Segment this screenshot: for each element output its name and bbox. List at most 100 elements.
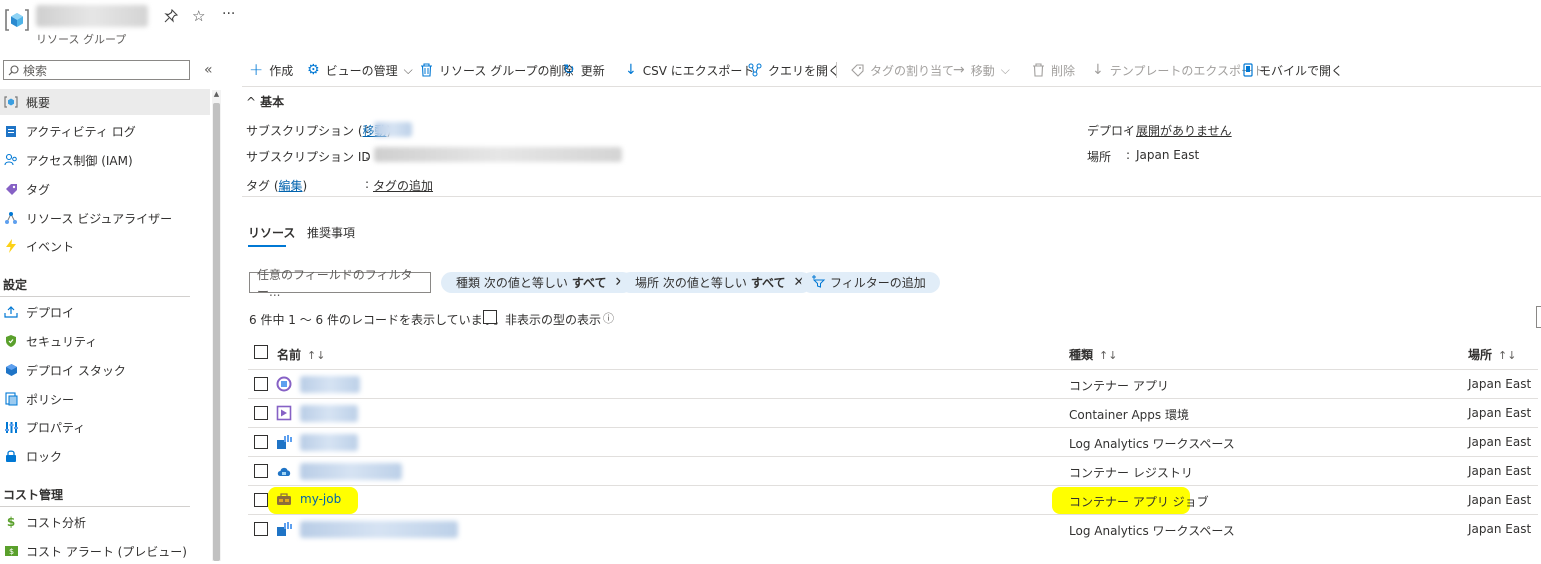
sidebar-item-policy[interactable]: ポリシー bbox=[0, 386, 210, 412]
resource-location: Japan East bbox=[1468, 377, 1532, 391]
sidebar-item-deploy[interactable]: デプロイ bbox=[0, 299, 210, 325]
row-checkbox[interactable] bbox=[254, 522, 268, 536]
open-mobile-button[interactable]: モバイルで開く bbox=[1243, 61, 1343, 79]
deployments-link[interactable]: 展開がありません bbox=[1136, 122, 1232, 139]
tags-label: タグ (編集) bbox=[246, 179, 308, 193]
sidebar-item-lock[interactable]: ロック bbox=[0, 443, 210, 469]
tags-edit-link[interactable]: 編集 bbox=[279, 179, 303, 193]
select-all-checkbox[interactable] bbox=[254, 345, 268, 359]
delete-resource-group-button[interactable]: リソース グループの削除 bbox=[420, 61, 574, 79]
column-header-type[interactable]: 種類 ↑↓ bbox=[1069, 346, 1117, 363]
tab-recommendations[interactable]: 推奨事項 bbox=[307, 224, 355, 241]
download-icon: ↓ bbox=[625, 62, 637, 78]
row-checkbox[interactable] bbox=[254, 493, 268, 507]
resource-type-label: リソース グループ bbox=[36, 33, 127, 46]
sidebar-divider bbox=[0, 506, 190, 507]
subscription-label: サブスクリプション (移動) bbox=[246, 122, 391, 139]
subscription-name-link[interactable] bbox=[374, 122, 412, 137]
properties-icon bbox=[4, 420, 18, 434]
sidebar-item-security[interactable]: セキュリティ bbox=[0, 328, 210, 354]
favorite-star-icon[interactable]: ☆ bbox=[192, 7, 205, 25]
location-label: 場所 bbox=[1087, 150, 1112, 164]
create-button[interactable]: + 作成 bbox=[249, 60, 293, 80]
container-registry-icon bbox=[276, 463, 292, 479]
row-checkbox[interactable] bbox=[254, 377, 268, 391]
table-row[interactable]: コンテナー レジストリ Japan East bbox=[248, 456, 1538, 486]
collapse-sidebar-icon[interactable]: « bbox=[204, 62, 213, 78]
scroll-up-arrow-icon[interactable]: ▲ bbox=[212, 90, 221, 100]
resource-name-link[interactable] bbox=[300, 521, 458, 538]
essentials-toggle[interactable]: ^ 基本 bbox=[246, 93, 284, 110]
sidebar-item-properties[interactable]: プロパティ bbox=[0, 414, 210, 440]
filter-input[interactable]: 任意のフィールドのフィルター... bbox=[249, 268, 431, 299]
add-filter-icon bbox=[811, 274, 827, 291]
events-icon bbox=[4, 239, 18, 253]
more-options-icon[interactable]: ··· bbox=[222, 6, 235, 22]
resource-type: Log Analytics ワークスペース bbox=[1069, 437, 1235, 451]
search-placeholder: 検索 bbox=[23, 63, 48, 78]
sidebar-item-activity-log[interactable]: アクティビティ ログ bbox=[0, 118, 210, 144]
sidebar-item-tags[interactable]: タグ bbox=[0, 176, 210, 202]
export-csv-button[interactable]: ↓ CSV にエクスポート bbox=[625, 61, 754, 79]
sidebar-item-events[interactable]: イベント bbox=[0, 233, 210, 259]
export-template-button[interactable]: ↓ テンプレートのエクスポート bbox=[1092, 61, 1265, 79]
view-toggle-button[interactable] bbox=[1536, 306, 1541, 328]
chevron-down-icon: ⌵ bbox=[403, 62, 413, 77]
chevron-down-icon: ⌵ bbox=[1000, 62, 1010, 77]
sidebar-section-settings: 設定 bbox=[3, 278, 28, 292]
table-row[interactable]: my-job コンテナー アプリ ジョブ Japan East bbox=[248, 485, 1538, 515]
type-filter-pill[interactable]: 種類 次の値と等しいすべて✕ bbox=[441, 272, 634, 293]
delete-button[interactable]: 削除 bbox=[1032, 61, 1075, 79]
resource-name-link[interactable] bbox=[300, 463, 402, 480]
refresh-button[interactable]: ↻ 更新 bbox=[563, 61, 605, 79]
subscription-id-label: サブスクリプション ID bbox=[246, 150, 371, 164]
location-value: Japan East bbox=[1136, 148, 1200, 162]
tab-resources[interactable]: リソース bbox=[248, 224, 295, 241]
colon: : bbox=[1126, 148, 1131, 162]
table-row[interactable]: Log Analytics ワークスペース Japan East bbox=[248, 514, 1538, 544]
location-filter-pill[interactable]: 場所 次の値と等しい すべて ✕ bbox=[620, 272, 813, 293]
iam-icon bbox=[4, 153, 18, 167]
sidebar-item-iam[interactable]: アクセス制御 (IAM) bbox=[0, 147, 210, 173]
manage-view-button[interactable]: ⚙ ビューの管理 ⌵ bbox=[307, 61, 413, 79]
container-app-icon bbox=[276, 376, 292, 392]
sidebar-item-label: セキュリティ bbox=[26, 334, 98, 349]
scrollbar-thumb[interactable] bbox=[213, 103, 220, 561]
move-button[interactable]: → 移動 ⌵ bbox=[953, 61, 1010, 79]
open-query-button[interactable]: クエリを開く bbox=[748, 61, 840, 79]
table-row[interactable]: コンテナー アプリ Japan East bbox=[248, 369, 1538, 399]
sidebar-item-cost-analysis[interactable]: $ コスト分析 bbox=[0, 509, 210, 535]
sidebar-item-deploy-stack[interactable]: デプロイ スタック bbox=[0, 357, 210, 383]
sidebar-item-label: アクティビティ ログ bbox=[26, 124, 136, 139]
sidebar-item-cost-alerts[interactable]: $ コスト アラート (プレビュー) bbox=[0, 538, 210, 564]
table-row[interactable]: Log Analytics ワークスペース Japan East bbox=[248, 427, 1538, 457]
sort-icon: ↑↓ bbox=[1498, 349, 1517, 362]
resource-type: Log Analytics ワークスペース bbox=[1069, 524, 1235, 538]
sidebar-item-label: ポリシー bbox=[26, 392, 75, 407]
tag-outline-icon bbox=[851, 63, 864, 77]
pin-icon[interactable] bbox=[164, 8, 179, 27]
sidebar-search-input[interactable]: 検索 bbox=[3, 60, 190, 80]
resource-type: コンテナー アプリ ジョブ bbox=[1069, 495, 1209, 509]
resource-name-link[interactable] bbox=[300, 434, 358, 451]
show-hidden-types-checkbox[interactable] bbox=[483, 310, 497, 324]
sidebar-item-overview[interactable]: 概要 bbox=[0, 89, 210, 115]
table-row[interactable]: Container Apps 環境 Japan East bbox=[248, 398, 1538, 428]
sidebar-item-label: リソース ビジュアライザー bbox=[26, 211, 173, 226]
row-checkbox[interactable] bbox=[254, 464, 268, 478]
assign-tags-button[interactable]: タグの割り当て bbox=[851, 61, 954, 79]
info-icon[interactable]: ⓘ bbox=[603, 310, 614, 326]
resource-type: コンテナー レジストリ bbox=[1069, 466, 1193, 480]
row-checkbox[interactable] bbox=[254, 406, 268, 420]
tab-selected-indicator bbox=[248, 245, 286, 247]
sidebar-item-visualizer[interactable]: リソース ビジュアライザー bbox=[0, 205, 210, 231]
column-header-location[interactable]: 場所 ↑↓ bbox=[1468, 346, 1516, 363]
sidebar-item-label: コスト分析 bbox=[26, 515, 87, 530]
column-header-name[interactable]: 名前 ↑↓ bbox=[277, 346, 325, 363]
add-tags-link[interactable]: タグの追加 bbox=[373, 177, 433, 194]
resource-name-link[interactable] bbox=[300, 405, 358, 422]
add-filter-button[interactable]: フィルターの追加 bbox=[801, 272, 940, 293]
resource-name-link[interactable] bbox=[300, 376, 360, 393]
resource-name-link[interactable]: my-job bbox=[300, 492, 341, 509]
row-checkbox[interactable] bbox=[254, 435, 268, 449]
